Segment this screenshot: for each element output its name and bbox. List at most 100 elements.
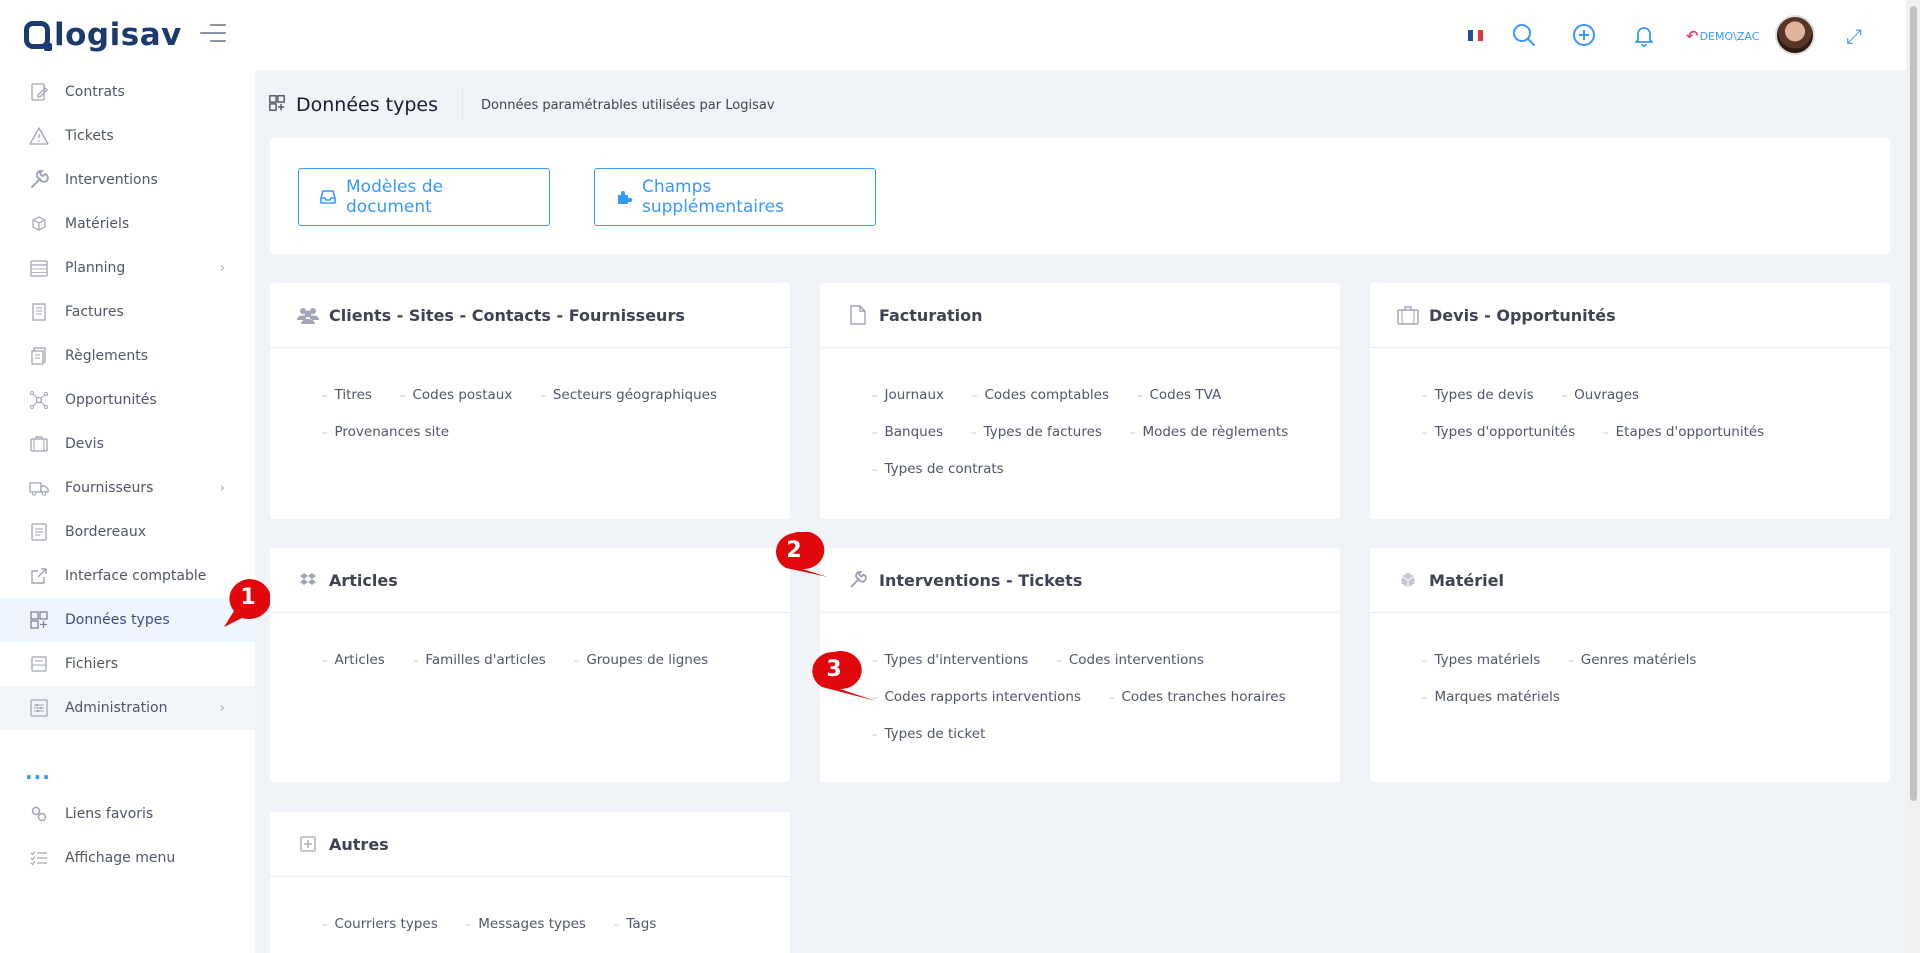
cube-icon: [28, 213, 50, 235]
card-interventions: Interventions - Tickets Types d'interven…: [820, 548, 1340, 782]
link-types-materiels[interactable]: Types matériels: [1422, 652, 1541, 668]
link-row: Codes rapports interventions Codes tranc…: [872, 689, 1314, 705]
invoice-icon: [28, 301, 50, 323]
link-codes-tva[interactable]: Codes TVA: [1137, 387, 1222, 403]
link-types-de-contrats[interactable]: Types de contrats: [872, 461, 1004, 477]
sidebar-item-devis[interactable]: Devis: [0, 422, 255, 466]
contract-icon: [28, 81, 50, 103]
link-genres-materiels[interactable]: Genres matériels: [1568, 652, 1697, 668]
card-header: Facturation: [820, 283, 1340, 348]
link-types-de-devis[interactable]: Types de devis: [1422, 387, 1534, 403]
link-types-de-ticket[interactable]: Types de ticket: [872, 726, 986, 742]
user-switch[interactable]: ↶ DEMO\ZAC: [1686, 27, 1759, 45]
extra-fields-label: Champs supplémentaires: [642, 177, 784, 217]
sidebar-item-label: Interventions: [65, 172, 158, 188]
card-clients: Clients - Sites - Contacts - Fournisseur…: [270, 283, 790, 519]
sidebar-item-label: Opportunités: [65, 392, 157, 408]
link-modes-de-reglements[interactable]: Modes de règlements: [1130, 424, 1288, 440]
sidebar-item-label: Planning: [65, 260, 126, 276]
payments-icon: [28, 345, 50, 367]
dropbox-icon: [297, 569, 319, 591]
chevron-right-icon: ›: [219, 700, 225, 716]
sidebar-item-interface-comptable[interactable]: Interface comptable: [0, 554, 255, 598]
link-courriers-types[interactable]: Courriers types: [322, 916, 438, 932]
sidebar-item-fichiers[interactable]: Fichiers: [0, 642, 255, 686]
sidebar-item-label: Interface comptable: [65, 568, 207, 584]
link-groupes-de-lignes[interactable]: Groupes de lignes: [574, 652, 708, 668]
briefcase-icon: [1397, 304, 1419, 326]
link-row: Types d'opportunités Etapes d'opportunit…: [1422, 424, 1792, 440]
link-codes-postaux[interactable]: Codes postaux: [400, 387, 512, 403]
search-icon[interactable]: [1511, 22, 1537, 48]
link-titres[interactable]: Titres: [322, 387, 372, 403]
link-messages-types[interactable]: Messages types: [466, 916, 586, 932]
link-row: Marques matériels: [1422, 689, 1588, 705]
sidebar-item-donnees-types[interactable]: Données types: [0, 598, 255, 642]
sidebar-item-planning[interactable]: Planning ›: [0, 246, 255, 290]
card-title: Matériel: [1429, 570, 1504, 590]
link-secteurs-geographiques[interactable]: Secteurs géographiques: [540, 387, 717, 403]
card-header: Matériel: [1370, 548, 1890, 613]
extra-fields-button[interactable]: Champs supplémentaires: [594, 168, 876, 226]
callout-1: 1: [220, 577, 270, 627]
page-description: Données paramétrables utilisées par Logi…: [481, 97, 775, 113]
link-marques-materiels[interactable]: Marques matériels: [1422, 689, 1560, 705]
sidebar-item-reglements[interactable]: Règlements: [0, 334, 255, 378]
callout-3: 3: [810, 651, 878, 701]
grid-plus-icon: [268, 94, 286, 116]
logo[interactable]: logisav: [24, 17, 182, 53]
link-articles[interactable]: Articles: [322, 652, 385, 668]
link-codes-interventions[interactable]: Codes interventions: [1056, 652, 1204, 668]
sidebar-item-label: Devis: [65, 436, 104, 452]
card-title: Interventions - Tickets: [879, 570, 1083, 590]
network-icon: [28, 389, 50, 411]
scrollbar[interactable]: [1906, 0, 1920, 953]
link-codes-rapports-interventions[interactable]: Codes rapports interventions: [872, 689, 1081, 705]
sidebar-item-fournisseurs[interactable]: Fournisseurs ›: [0, 466, 255, 510]
link-ouvrages[interactable]: Ouvrages: [1562, 387, 1639, 403]
sidebar-item-affichage-menu[interactable]: Affichage menu: [0, 836, 255, 880]
link-row: Types de contrats: [872, 461, 1032, 477]
card-articles: Articles Articles Familles d'articles Gr…: [270, 548, 790, 782]
sidebar-item-materiels[interactable]: Matériels: [0, 202, 255, 246]
sidebar-item-factures[interactable]: Factures: [0, 290, 255, 334]
link-familles-articles[interactable]: Familles d'articles: [413, 652, 546, 668]
avatar[interactable]: [1775, 15, 1815, 55]
chevron-right-icon: ›: [219, 480, 225, 496]
sidebar-item-bordereaux[interactable]: Bordereaux: [0, 510, 255, 554]
sidebar-item-label: Règlements: [65, 348, 149, 364]
document-models-button[interactable]: Modèles de document: [298, 168, 550, 226]
sidebar-item-administration[interactable]: Administration ›: [0, 686, 255, 730]
sidebar-item-liens-favoris[interactable]: Liens favoris: [0, 792, 255, 836]
sidebar-item-opportunites[interactable]: Opportunités: [0, 378, 255, 422]
link-banques[interactable]: Banques: [872, 424, 944, 440]
callout-number: 3: [826, 656, 842, 682]
card-header: Interventions - Tickets: [820, 548, 1340, 613]
bell-icon[interactable]: [1631, 22, 1657, 48]
link-journaux[interactable]: Journaux: [872, 387, 944, 403]
link-codes-comptables[interactable]: Codes comptables: [972, 387, 1109, 403]
sidebar-item-contrats[interactable]: Contrats: [0, 70, 255, 114]
link-etapes-opportunites[interactable]: Etapes d'opportunités: [1603, 424, 1765, 440]
more-dots[interactable]: ...: [25, 760, 51, 784]
link-types-opportunites[interactable]: Types d'opportunités: [1422, 424, 1576, 440]
link-provenances-site[interactable]: Provenances site: [322, 424, 450, 440]
card-title: Articles: [329, 570, 398, 590]
sidebar-item-interventions[interactable]: Interventions: [0, 158, 255, 202]
scrollbar-thumb[interactable]: [1910, 6, 1917, 801]
card-title: Facturation: [879, 305, 983, 325]
menu-toggle-icon[interactable]: [200, 24, 226, 46]
link-types-interventions[interactable]: Types d'interventions: [872, 652, 1029, 668]
link-row: Types matériels Genres matériels: [1422, 652, 1724, 668]
quick-actions-card: Modèles de document Champs supplémentair…: [270, 138, 1890, 254]
sidebar-item-tickets[interactable]: Tickets: [0, 114, 255, 158]
expand-icon[interactable]: ⤢: [1846, 24, 1862, 48]
briefcase-icon: [28, 433, 50, 455]
link-tags[interactable]: Tags: [614, 916, 656, 932]
flag-fr-icon[interactable]: [1468, 30, 1483, 41]
link-types-de-factures[interactable]: Types de factures: [971, 424, 1102, 440]
external-link-icon: [28, 565, 50, 587]
sidebar: Contrats Tickets Interventions Matériels…: [0, 70, 255, 953]
plus-circle-icon[interactable]: [1571, 22, 1597, 48]
link-codes-tranches-horaires[interactable]: Codes tranches horaires: [1109, 689, 1285, 705]
